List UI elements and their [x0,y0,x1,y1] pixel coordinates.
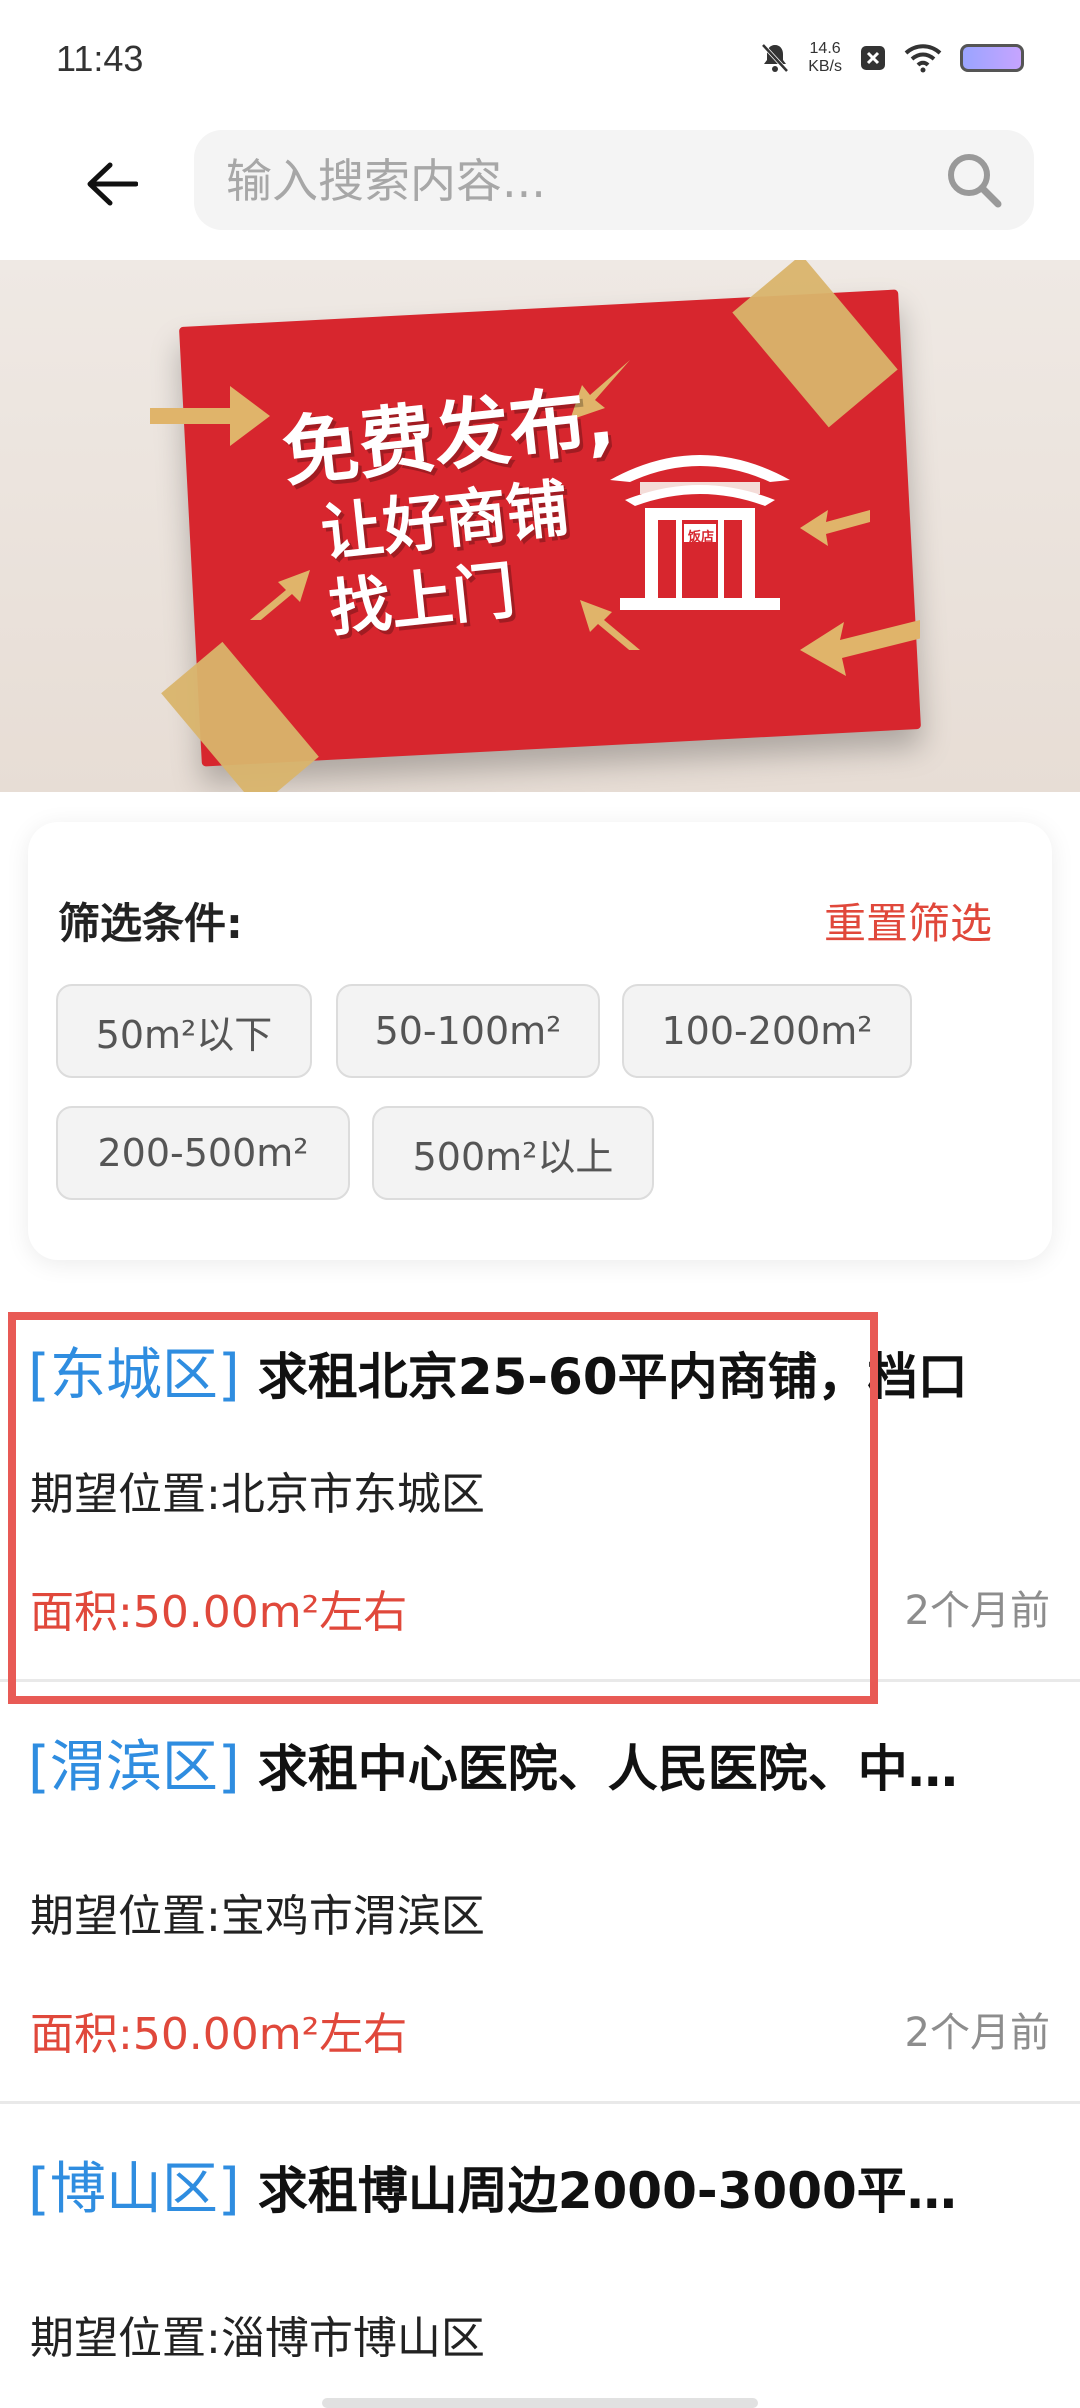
listing-time: 2个月前 [904,2010,1050,2056]
back-arrow-icon [87,162,138,206]
shop-sign: 饭店 [688,530,715,545]
net-speed-value: 14.6 [809,40,841,57]
net-speed-unit: KB/s [808,58,842,75]
listing-title: 求租中心医院、人民医院、中… [257,1740,958,1798]
status-icons: 14.6 KB/s [760,40,1024,76]
filter-card: 筛选条件: 重置筛选 50m²以下 50-100m² 100-200m² 200… [28,822,1052,1260]
listing-title-row: [博山区] 求租博山周边2000-3000平… [28,2144,1058,2225]
promo-banner[interactable]: 免费发布, 让好商铺 找上门 饭店 [0,260,1080,792]
arrow-decoration-icon [800,620,920,676]
search-icon[interactable] [944,150,1004,210]
shop-building-icon [610,455,790,610]
search-header [0,120,1080,260]
listing-title: 求租博山周边2000-3000平… [257,2162,957,2220]
filter-title: 筛选条件: [58,899,243,948]
filter-chip[interactable]: 50-100m² [336,984,600,1078]
banner-title: 免费发布, 让好商铺 找上门 [278,373,635,650]
battery-icon [960,44,1024,72]
filter-chip[interactable]: 50m²以下 [56,984,312,1078]
listing-title-row: [东城区] 求租北京25-60平内商铺，档口 [28,1330,1058,1411]
listing-district: [渭滨区] [28,1735,240,1800]
listing-location: 期望位置:北京市东城区 [30,1469,485,1520]
arrow-decoration-icon [800,510,870,546]
search-input[interactable] [226,148,906,214]
reset-filter-button[interactable]: 重置筛选 [824,890,992,951]
wifi-icon [904,44,942,73]
listing-area: 面积:50.00m²左右 [30,1587,408,1638]
listing-title-row: [渭滨区] 求租中心医院、人民医院、中… [28,1722,1058,1803]
mute-bell-icon [761,43,789,73]
status-bar: 11:43 14.6 KB/s [0,0,1080,120]
arrow-decoration-icon [150,386,270,446]
search-box[interactable] [194,130,1034,230]
listing-district: [博山区] [28,2157,240,2222]
listing-area: 面积:50.00m²左右 [30,2009,408,2060]
filter-chip[interactable]: 100-200m² [622,984,912,1078]
status-time: 11:43 [56,38,144,79]
close-box-icon [861,46,885,70]
listing-title: 求租北京25-60平内商铺，档口 [257,1348,968,1406]
listing-location: 期望位置:淄博市博山区 [30,2313,485,2364]
listing-item[interactable]: [博山区] 求租博山周边2000-3000平… 期望位置:淄博市博山区 [0,2104,1080,2408]
listing-item[interactable]: [东城区] 求租北京25-60平内商铺，档口 期望位置:北京市东城区 面积:50.… [0,1300,1080,1682]
home-indicator [322,2398,758,2408]
listing-item[interactable]: [渭滨区] 求租中心医院、人民医院、中… 期望位置:宝鸡市渭滨区 面积:50.00… [0,1682,1080,2104]
net-speed: 14.6 KB/s [808,40,842,76]
filter-chip[interactable]: 500m²以上 [372,1106,654,1200]
filter-chip[interactable]: 200-500m² [56,1106,350,1200]
listing-location: 期望位置:宝鸡市渭滨区 [30,1891,485,1942]
back-button[interactable] [80,152,144,216]
listing-time: 2个月前 [904,1588,1050,1634]
listing-district: [东城区] [28,1343,240,1408]
